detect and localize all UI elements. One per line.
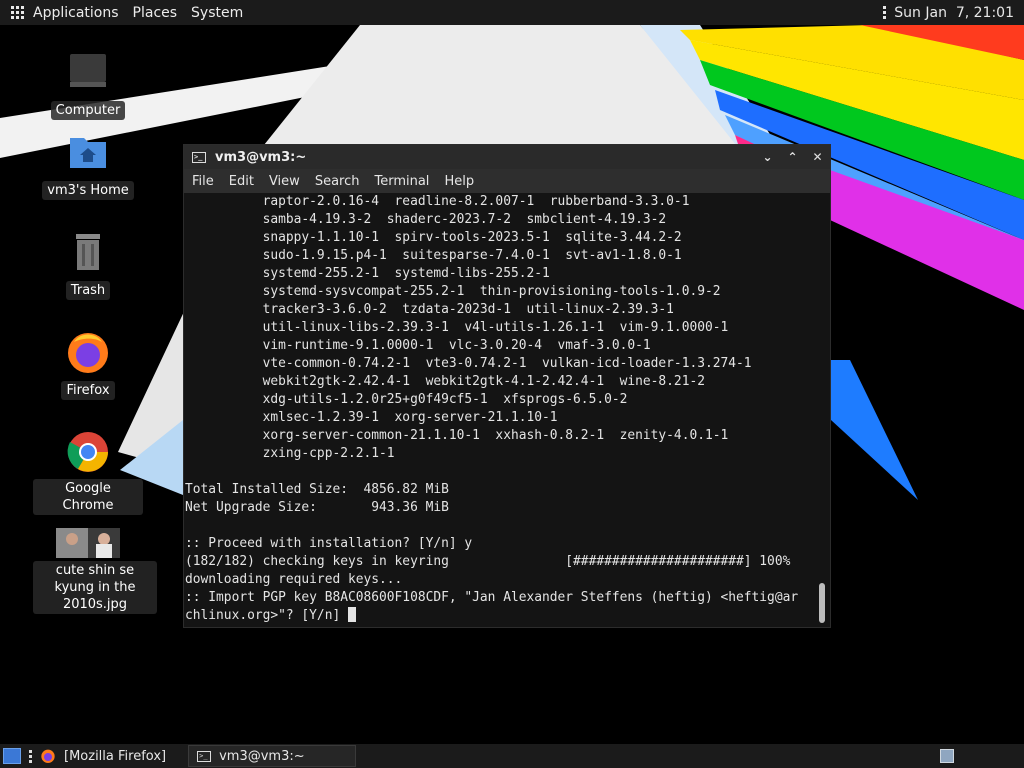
window-title: vm3@vm3:~ — [215, 149, 307, 165]
desktop-icon-chrome[interactable]: Google Chrome — [33, 428, 143, 515]
desktop-icon-label: Firefox — [61, 381, 115, 400]
menu-applications[interactable]: Applications — [33, 5, 119, 21]
desktop-icon-trash[interactable]: Trash — [33, 228, 143, 300]
terminal-line: xmlsec-1.2.39-1 xorg-server-21.1.10-1 — [185, 410, 558, 425]
top-panel: Applications Places System Sun Jan 7, 21… — [0, 0, 1024, 25]
image-thumbnail — [56, 528, 120, 558]
terminal-scrollbar[interactable] — [817, 193, 827, 627]
minimize-button[interactable]: ⌄ — [755, 145, 780, 169]
panel-menu-icon[interactable] — [883, 6, 887, 19]
taskbar-item-firefox[interactable]: [Mozilla Firefox] — [32, 745, 174, 767]
menu-help[interactable]: Help — [444, 174, 474, 189]
desktop-icon-label: Computer — [50, 101, 126, 120]
window-titlebar[interactable]: >_ vm3@vm3:~ ⌄ ⌃ ✕ — [184, 145, 830, 169]
menu-system[interactable]: System — [191, 5, 243, 21]
terminal-line: chlinux.org>"? [Y/n] — [185, 608, 348, 623]
firefox-icon — [41, 749, 55, 763]
terminal-line: util-linux-libs-2.39.3-1 v4l-utils-1.26.… — [185, 320, 729, 335]
desktop-icon-image-file[interactable]: cute shin se kyung in the 2010s.jpg — [33, 528, 157, 614]
desktop-icon-label: Trash — [65, 281, 111, 300]
terminal-line: tracker3-3.6.0-2 tzdata-2023d-1 util-lin… — [185, 302, 674, 317]
terminal-output[interactable]: raptor-2.0.16-4 readline-8.2.007-1 rubbe… — [184, 193, 818, 627]
terminal-line: xorg-server-common-21.1.10-1 xxhash-0.8.… — [185, 428, 729, 443]
menu-file[interactable]: File — [192, 174, 214, 189]
desktop-icon-label: Google Chrome — [33, 479, 143, 515]
taskbar-label: vm3@vm3:~ — [219, 748, 305, 764]
apps-grid-icon[interactable] — [11, 5, 25, 20]
scrollbar-thumb[interactable] — [819, 583, 825, 623]
home-folder-icon — [64, 128, 112, 176]
terminal-line: webkit2gtk-2.42.4-1 webkit2gtk-4.1-2.42.… — [185, 374, 705, 389]
chrome-icon — [64, 428, 112, 476]
menu-edit[interactable]: Edit — [229, 174, 254, 189]
terminal-line: snappy-1.1.10-1 spirv-tools-2023.5-1 sql… — [185, 230, 682, 245]
workspace-switcher[interactable] — [940, 749, 954, 763]
terminal-prompt-line: chlinux.org>"? [Y/n] — [185, 607, 818, 625]
terminal-line: zxing-cpp-2.2.1-1 — [185, 446, 395, 461]
close-button[interactable]: ✕ — [805, 145, 830, 169]
menu-places[interactable]: Places — [133, 5, 178, 21]
terminal-line: systemd-sysvcompat-255.2-1 thin-provisio… — [185, 284, 721, 299]
maximize-button[interactable]: ⌃ — [780, 145, 805, 169]
terminal-line: Net Upgrade Size: 943.36 MiB — [185, 500, 449, 515]
terminal-line: ​ — [185, 463, 818, 481]
desktop-icon-computer[interactable]: Computer — [33, 48, 143, 120]
terminal-line: :: Import PGP key B8AC08600F108CDF, "Jan… — [185, 590, 799, 605]
menu-terminal[interactable]: Terminal — [374, 174, 429, 189]
terminal-line: systemd-255.2-1 systemd-libs-255.2-1 — [185, 266, 550, 281]
trash-icon — [64, 228, 112, 276]
computer-icon — [64, 48, 112, 96]
menu-search[interactable]: Search — [315, 174, 360, 189]
terminal-line: (182/182) checking keys in keyring [####… — [185, 554, 791, 569]
terminal-icon: >_ — [192, 151, 206, 163]
terminal-menubar: File Edit View Search Terminal Help — [184, 169, 830, 193]
firefox-icon — [64, 328, 112, 376]
desktop-icon-home[interactable]: vm3's Home — [33, 128, 143, 200]
terminal-line: raptor-2.0.16-4 readline-8.2.007-1 rubbe… — [185, 194, 690, 209]
terminal-line: ​ — [185, 517, 818, 535]
terminal-icon: >_ — [197, 750, 212, 762]
terminal-line: vim-runtime-9.1.0000-1 vlc-3.0.20-4 vmaf… — [185, 338, 651, 353]
taskbar-item-terminal[interactable]: >_ vm3@vm3:~ — [188, 745, 357, 767]
desktop-icon-label: cute shin se kyung in the 2010s.jpg — [33, 561, 157, 614]
terminal-window[interactable]: >_ vm3@vm3:~ ⌄ ⌃ ✕ File Edit View Search… — [183, 144, 831, 628]
desktop-icon-firefox[interactable]: Firefox — [33, 328, 143, 400]
terminal-line: sudo-1.9.15.p4-1 suitesparse-7.4.0-1 svt… — [185, 248, 682, 263]
desktop-icon-label: vm3's Home — [42, 181, 134, 200]
taskbar-label: [Mozilla Firefox] — [64, 748, 167, 764]
terminal-line: downloading required keys... — [185, 572, 403, 587]
text-cursor — [347, 607, 356, 622]
clock[interactable]: Sun Jan 7, 21:01 — [894, 5, 1014, 21]
show-desktop-icon[interactable] — [3, 748, 21, 764]
terminal-line: xdg-utils-1.2.0r25+g0f49cf5-1 xfsprogs-6… — [185, 392, 628, 407]
terminal-line: samba-4.19.3-2 shaderc-2023.7-2 smbclien… — [185, 212, 667, 227]
terminal-line: :: Proceed with installation? [Y/n] y — [185, 536, 473, 551]
terminal-line: Total Installed Size: 4856.82 MiB — [185, 482, 449, 497]
menu-view[interactable]: View — [269, 174, 300, 189]
terminal-line: vte-common-0.74.2-1 vte3-0.74.2-1 vulkan… — [185, 356, 752, 371]
bottom-panel: [Mozilla Firefox] >_ vm3@vm3:~ — [0, 744, 1024, 768]
